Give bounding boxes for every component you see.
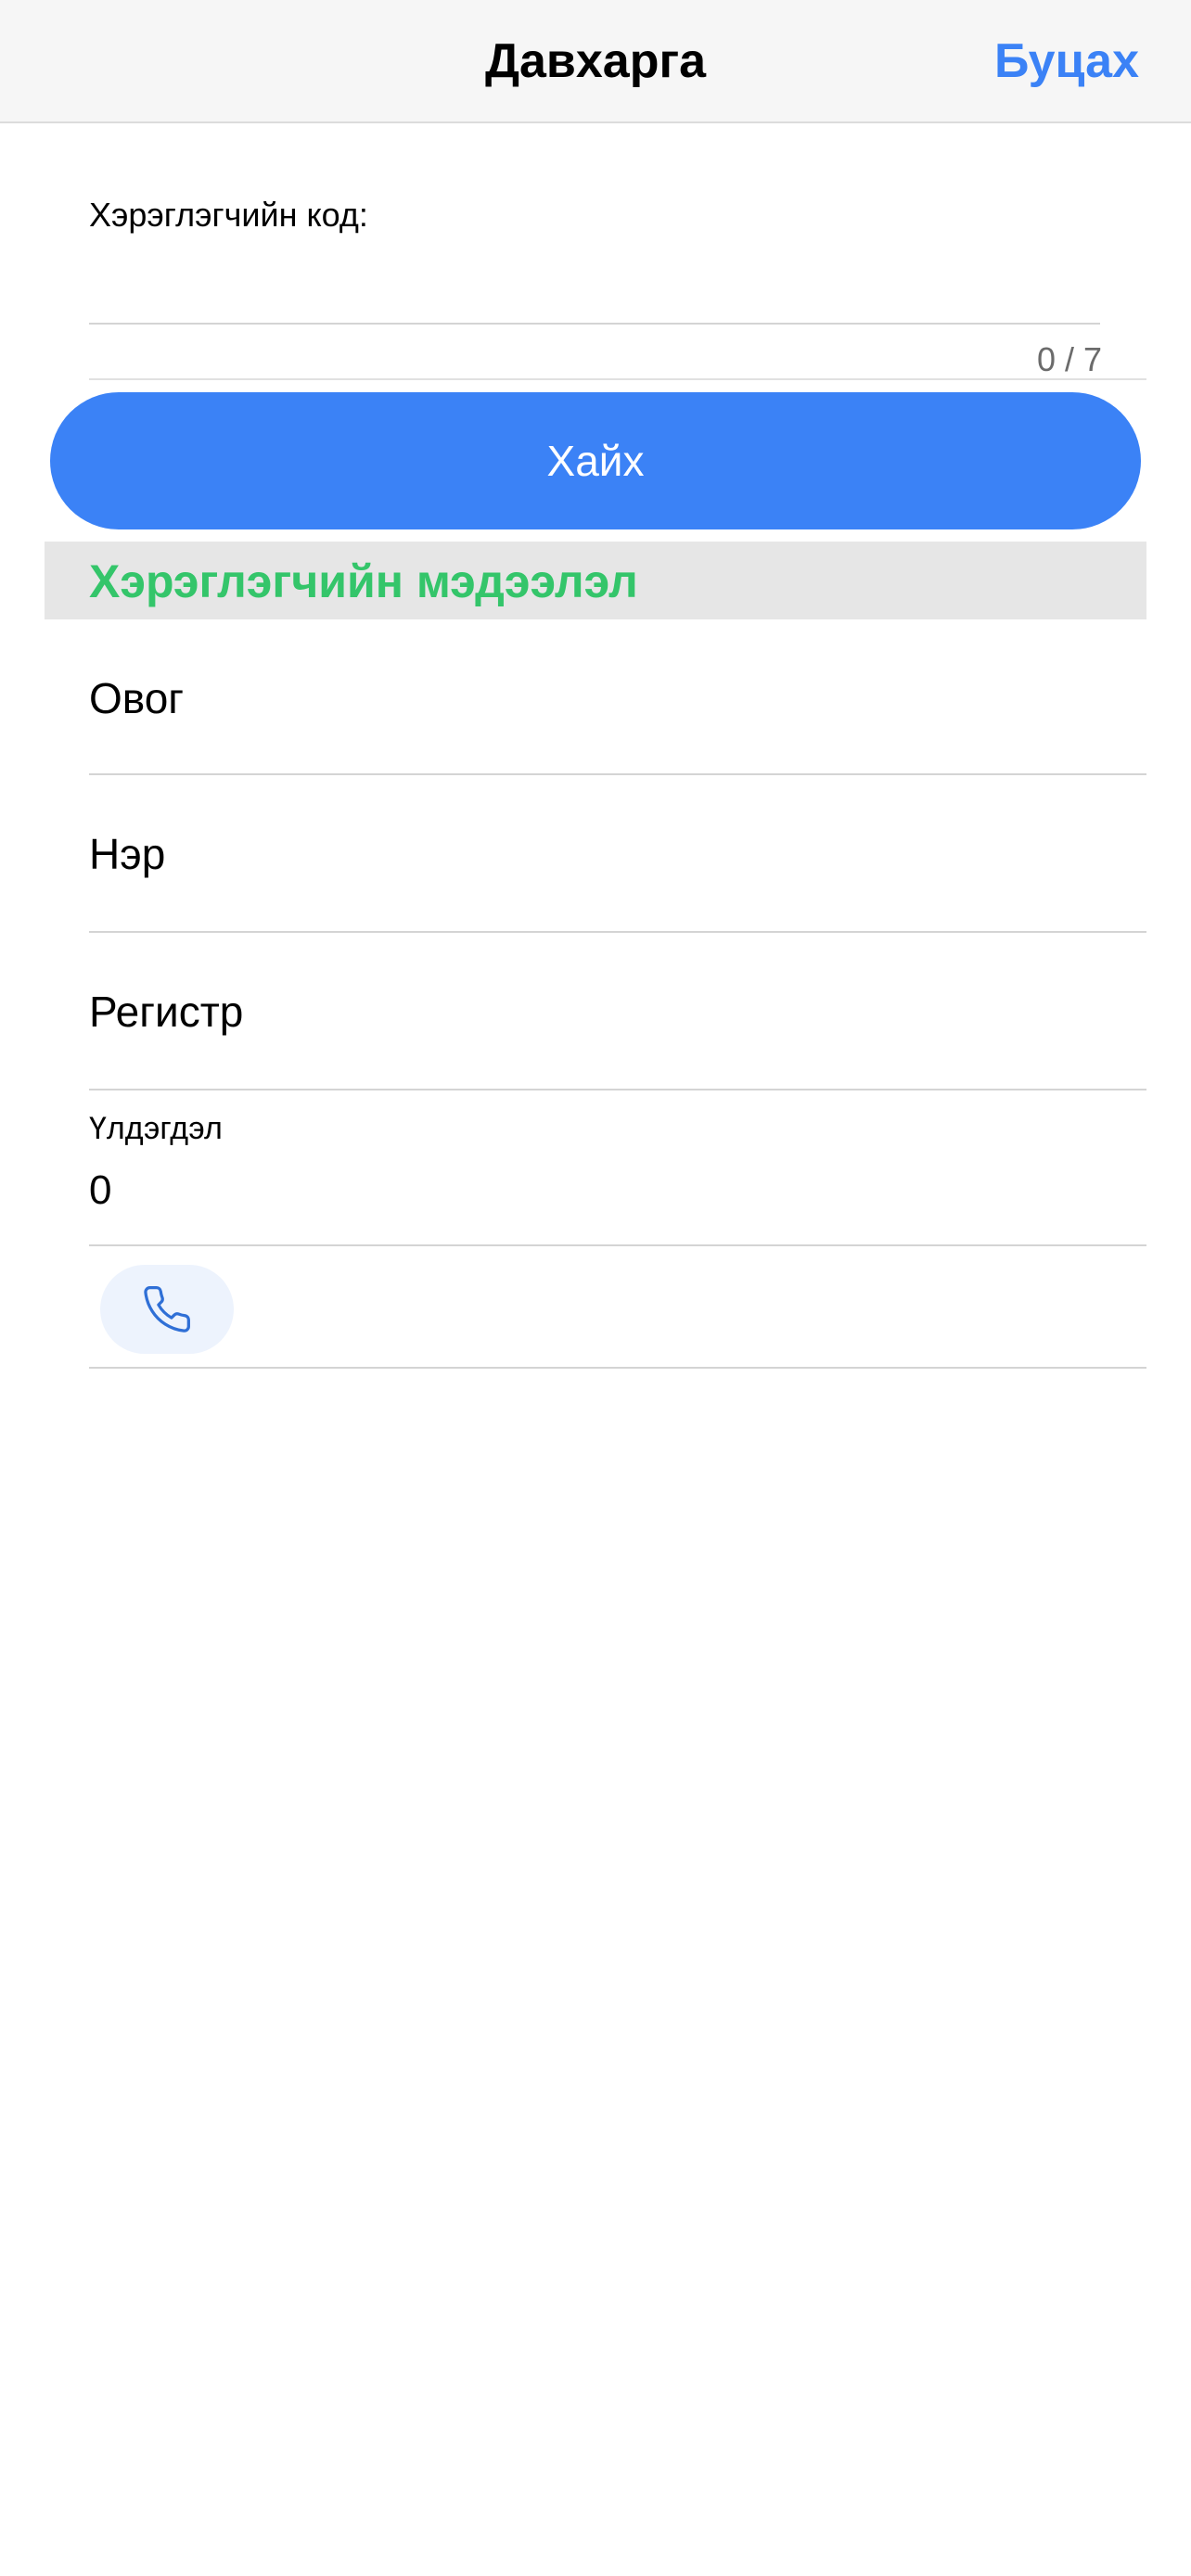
balance-row: Үлдэгдэл 0: [89, 1090, 1146, 1246]
last-name-label: Овог: [89, 674, 185, 722]
user-info-section-header: Хэрэглэгчийн мэдээлэл: [45, 542, 1146, 619]
search-button[interactable]: Хайх: [50, 392, 1141, 529]
character-counter: 0 / 7: [1036, 340, 1102, 378]
navigation-bar: Давхарга Буцах: [0, 0, 1191, 123]
balance-value: 0: [89, 1167, 112, 1213]
section-title: Хэрэглэгчийн мэдээлэл: [89, 555, 638, 607]
first-name-row: Нэр: [89, 775, 1146, 933]
last-name-row: Овог: [89, 619, 1146, 775]
user-code-input[interactable]: [89, 250, 1100, 325]
call-button[interactable]: [100, 1265, 234, 1354]
divider: [89, 378, 1146, 380]
balance-label: Үлдэгдэл: [89, 1111, 223, 1146]
actions-row: [89, 1246, 1146, 1369]
phone-icon: [144, 1286, 190, 1333]
register-row: Регистр: [89, 933, 1146, 1090]
first-name-label: Нэр: [89, 830, 166, 878]
back-button[interactable]: Буцах: [994, 33, 1139, 89]
register-label: Регистр: [89, 988, 244, 1036]
user-code-label: Хэрэглэгчийн код:: [89, 196, 368, 234]
